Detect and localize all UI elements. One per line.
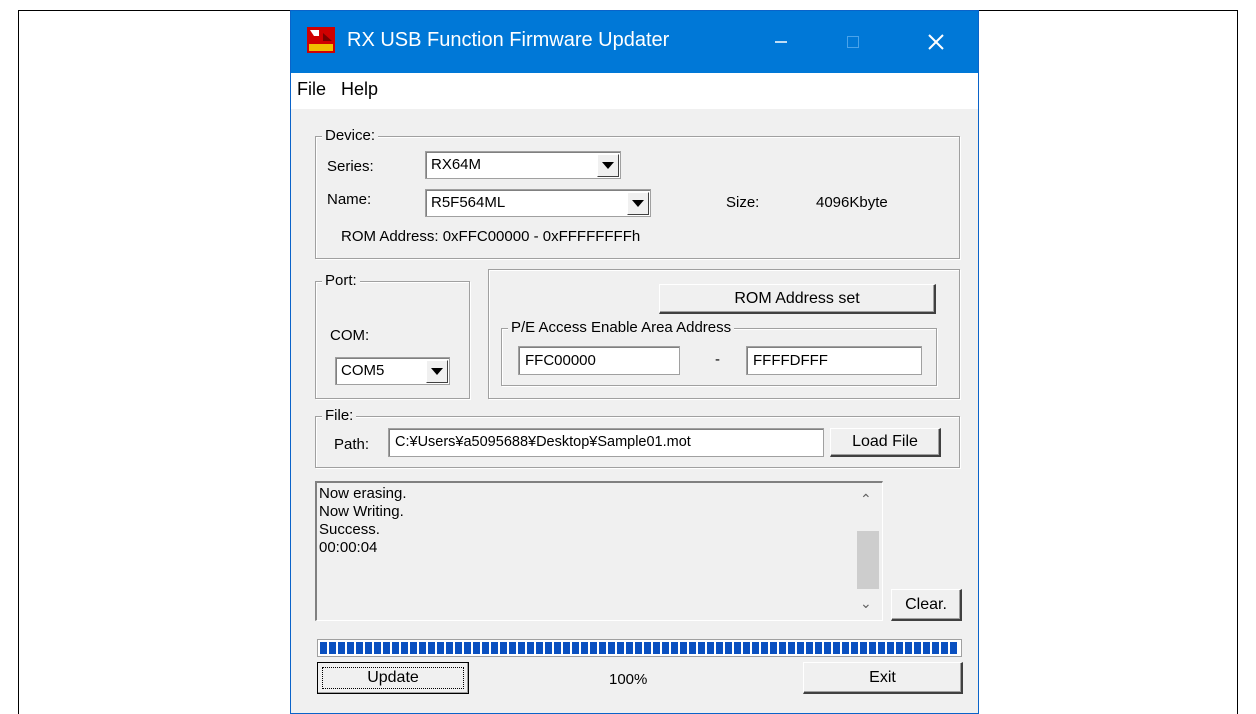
log-scrollbar[interactable]: ⌃ ⌄ <box>852 483 882 620</box>
size-value: 4096Kbyte <box>816 194 888 211</box>
pe-access-legend: P/E Access Enable Area Address <box>508 319 735 337</box>
focus-rect <box>322 667 464 689</box>
chevron-up-icon[interactable]: ⌃ <box>860 491 872 508</box>
menu-help[interactable]: Help <box>341 79 378 100</box>
close-button[interactable] <box>901 11 971 73</box>
port-legend: Port: <box>322 272 360 290</box>
name-value: R5F564ML <box>431 194 506 211</box>
log-lines: Now erasing. Now Writing. Success. 00:00… <box>317 483 882 557</box>
log-line: Now erasing. <box>319 485 407 502</box>
chevron-down-icon <box>602 162 614 169</box>
minimize-icon <box>775 41 787 43</box>
document-frame-right <box>1237 10 1238 714</box>
update-button[interactable]: Update <box>317 662 469 694</box>
series-label: Series: <box>327 158 374 175</box>
port-group: Port: COM: COM5 <box>315 272 470 399</box>
log-line: 00:00:04 <box>319 539 378 556</box>
clear-button[interactable]: Clear. <box>891 589 962 621</box>
window-title: RX USB Function Firmware Updater <box>347 29 670 51</box>
scrollbar-thumb[interactable] <box>857 531 879 589</box>
maximize-icon <box>847 36 859 48</box>
series-value: RX64M <box>431 156 482 173</box>
series-dropdown-button[interactable] <box>597 154 619 177</box>
pe-access-group: P/E Access Enable Area Address FFC00000 … <box>501 319 937 386</box>
com-select[interactable]: COM5 <box>335 357 450 385</box>
load-file-button[interactable]: Load File <box>830 428 941 457</box>
size-label: Size: <box>726 194 760 211</box>
name-dropdown-button[interactable] <box>627 192 649 215</box>
path-label: Path: <box>334 436 370 453</box>
name-select[interactable]: R5F564ML <box>425 189 651 217</box>
progress-bar <box>317 639 962 657</box>
minimize-button[interactable] <box>746 11 816 73</box>
path-input[interactable]: C:¥Users¥a5095688¥Desktop¥Sample01.mot <box>388 428 824 457</box>
rom-address-group: ROM Address set P/E Access Enable Area A… <box>488 269 960 399</box>
maximize-button[interactable] <box>818 11 888 73</box>
log-line: Now Writing. <box>319 503 404 520</box>
exit-button[interactable]: Exit <box>803 662 963 694</box>
log-line: Success. <box>319 521 380 538</box>
title-bar: RX USB Function Firmware Updater <box>291 11 978 73</box>
rom-address-set-button[interactable]: ROM Address set <box>659 284 936 314</box>
device-legend: Device: <box>322 127 379 145</box>
series-select[interactable]: RX64M <box>425 151 621 179</box>
rom-address-text: ROM Address: 0xFFC00000 - 0xFFFFFFFFh <box>341 228 641 245</box>
document-frame-left <box>18 10 19 714</box>
log-output[interactable]: Now erasing. Now Writing. Success. 00:00… <box>315 481 883 621</box>
device-group: Device: Series: RX64M Name: R5F564ML Siz… <box>315 127 960 259</box>
area-dash: - <box>715 351 720 368</box>
app-icon <box>307 27 335 53</box>
com-dropdown-button[interactable] <box>426 360 448 383</box>
chevron-down-icon <box>431 368 443 375</box>
app-window: RX USB Function Firmware Updater File He… <box>290 10 979 714</box>
com-value: COM5 <box>341 362 385 379</box>
area-end-field[interactable]: FFFFDFFF <box>746 346 922 375</box>
progress-fill <box>320 642 959 654</box>
name-label: Name: <box>327 191 372 208</box>
com-label: COM: <box>330 327 370 344</box>
chevron-down-icon[interactable]: ⌄ <box>860 595 872 612</box>
menu-bar: File Help <box>291 73 978 109</box>
chevron-down-icon <box>632 200 644 207</box>
file-group: File: Path: C:¥Users¥a5095688¥Desktop¥Sa… <box>315 407 960 468</box>
close-icon <box>928 34 944 50</box>
area-start-field[interactable]: FFC00000 <box>518 346 680 375</box>
area-end-value: FFFFDFFF <box>753 352 828 369</box>
menu-file[interactable]: File <box>297 79 326 100</box>
path-value: C:¥Users¥a5095688¥Desktop¥Sample01.mot <box>395 434 691 450</box>
progress-percent: 100% <box>609 671 648 688</box>
area-start-value: FFC00000 <box>525 352 596 369</box>
file-legend: File: <box>322 407 357 425</box>
